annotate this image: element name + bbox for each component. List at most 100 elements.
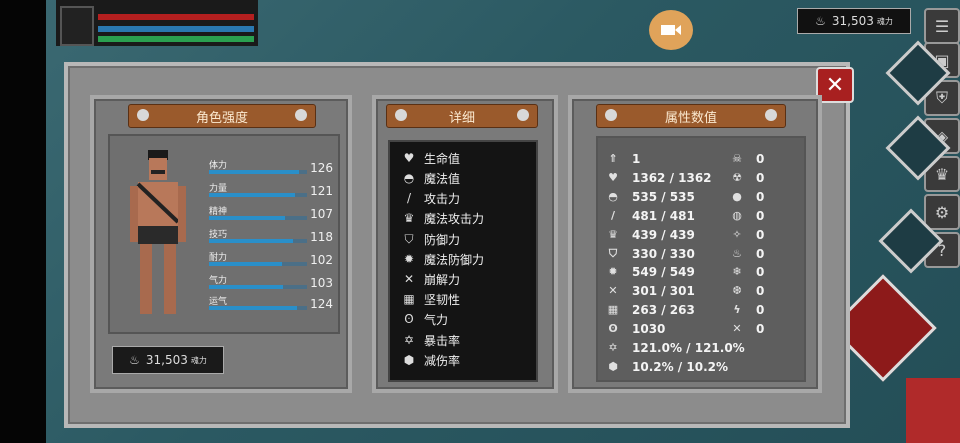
lightning-icon: ϟ xyxy=(733,302,741,316)
attr-row: ✕ 301 / 301 xyxy=(606,281,694,300)
ice-icon: ❆ xyxy=(732,283,742,297)
detail-label: 崩解力 xyxy=(424,272,461,287)
camera-button[interactable] xyxy=(649,10,693,50)
attr-value: 1030 xyxy=(632,321,666,336)
heart-icon: ♥ xyxy=(403,151,415,165)
detail-item: ✹ 魔法防御力 xyxy=(402,249,484,269)
armor-icon: ▦ xyxy=(607,302,619,316)
detail-item: / 攻击力 xyxy=(402,188,460,208)
resistance-row: ☢ 0 xyxy=(730,168,764,187)
attr-row: ▦ 263 / 263 xyxy=(606,300,695,319)
resistance-row: ϟ0 xyxy=(730,300,764,319)
resistance-row: ● 0 xyxy=(730,187,764,206)
stat-bar-fill xyxy=(209,285,283,289)
stat-value: 103 xyxy=(310,276,333,290)
attr-row: ⇑ 1 xyxy=(606,149,640,168)
detail-label: 气力 xyxy=(424,312,449,327)
shield-icon: ⛉ xyxy=(404,232,414,246)
flame-icon: ♨ xyxy=(815,14,826,28)
attr-row: ⛉ 330 / 330 xyxy=(606,244,695,263)
crossed-blades-icon: ✕ xyxy=(732,321,742,335)
character-header: 角色强度 xyxy=(128,104,316,128)
crown-icon: ♛ xyxy=(608,227,618,241)
stat-bar-fill xyxy=(209,306,298,310)
soul-counter-top: ♨ 31,503 魂力 xyxy=(797,8,911,34)
attr-value: 330 / 330 xyxy=(632,246,695,261)
resistance-value: 0 xyxy=(756,264,765,279)
crown-icon: ♛ xyxy=(934,164,950,184)
resistance-row: ❆ 0 xyxy=(730,281,764,300)
stat-row: 运气 124 xyxy=(209,294,333,314)
attr-value: 549 / 549 xyxy=(632,264,695,279)
shield-plus-icon: ⬢ xyxy=(403,353,415,367)
helmet-icon: ◓ xyxy=(403,171,415,185)
magic-shield-icon: ✹ xyxy=(608,264,618,278)
detail-label: 坚韧性 xyxy=(424,292,461,307)
soul-counter: ♨ 31,503 魂力 xyxy=(112,346,224,374)
detail-label: 防御力 xyxy=(424,232,461,247)
detail-label: 魔法攻击力 xyxy=(424,211,485,226)
stat-value: 124 xyxy=(310,297,333,311)
stat-row: 力量 121 xyxy=(209,181,333,201)
shield-plus-icon: ⬢ xyxy=(608,359,618,373)
attr-row: ♥ 1362 / 1362 xyxy=(606,168,711,187)
stat-row: 技巧 118 xyxy=(209,227,333,247)
detail-label: 减伤率 xyxy=(424,353,461,368)
close-icon: ✕ xyxy=(825,72,845,98)
resistance-row: ✕ 0 xyxy=(730,319,764,338)
player-portrait[interactable] xyxy=(60,6,94,46)
stat-bar xyxy=(209,216,307,220)
lungs-icon: ʘ xyxy=(404,312,414,326)
sword-icon: / xyxy=(610,208,616,222)
detail-header-label: 详细 xyxy=(448,110,475,126)
star-icon: ✡ xyxy=(608,340,618,354)
crown-icon: ♛ xyxy=(403,211,415,225)
magic-shield-icon: ✹ xyxy=(403,252,415,266)
rivet xyxy=(395,109,407,121)
star-icon: ✡ xyxy=(403,333,415,347)
attr-value: 535 / 535 xyxy=(632,189,695,204)
stat-value: 102 xyxy=(310,253,333,267)
attr-row: ✡ 121.0% / 121.0% xyxy=(606,338,745,357)
flame-icon: ♨ xyxy=(129,353,140,367)
detail-label: 魔法防御力 xyxy=(424,252,485,267)
detail-item: ♛ 魔法攻击力 xyxy=(402,208,484,228)
stamina-bar xyxy=(98,36,254,42)
attr-row: ✹ 549 / 549 xyxy=(606,262,695,281)
stat-bar-fill xyxy=(209,239,294,243)
detail-item: ▦ 坚韧性 xyxy=(402,289,460,309)
resistance-value: 0 xyxy=(756,208,765,223)
crossed-swords-icon: ✕ xyxy=(403,272,415,286)
rivet xyxy=(517,109,529,121)
attr-row: ʘ 1030 xyxy=(606,319,665,338)
character-header-label: 角色强度 xyxy=(195,110,248,126)
expand-button[interactable] xyxy=(906,378,960,443)
detail-label: 魔法值 xyxy=(424,171,461,186)
rivet xyxy=(765,109,777,121)
stat-value: 126 xyxy=(310,161,333,175)
resistance-value: 0 xyxy=(756,170,765,185)
resistance-value: 0 xyxy=(756,227,765,242)
detail-item: ʘ 气力 xyxy=(402,309,448,329)
fire-icon: ♨ xyxy=(732,246,742,260)
attr-value: 121.0% / 121.0% xyxy=(632,340,745,355)
detail-item: ✕ 崩解力 xyxy=(402,269,460,289)
settings-button[interactable]: ⚙ xyxy=(924,194,960,230)
detail-label: 暴击率 xyxy=(424,333,461,348)
resistance-value: 0 xyxy=(756,189,765,204)
stat-bar xyxy=(209,170,307,174)
crossed-swords-icon: ✕ xyxy=(608,283,618,297)
armor-icon: ▦ xyxy=(403,292,415,306)
stat-bar-fill xyxy=(209,170,300,174)
soul-top-value: 31,503 xyxy=(831,14,874,28)
resistance-row: ◍ 0 xyxy=(730,206,764,225)
stat-row: 耐力 102 xyxy=(209,250,333,270)
helmet-icon: ◓ xyxy=(608,189,618,203)
menu-button[interactable]: ☰ xyxy=(924,8,960,44)
detail-header: 详细 xyxy=(386,104,538,128)
detail-item: ✡ 暴击率 xyxy=(402,330,460,350)
armor-icon: ⛨ xyxy=(935,88,948,107)
sword-icon: / xyxy=(406,191,412,205)
soul-top-unit: 魂力 xyxy=(876,16,893,26)
resistance-value: 0 xyxy=(756,246,765,261)
